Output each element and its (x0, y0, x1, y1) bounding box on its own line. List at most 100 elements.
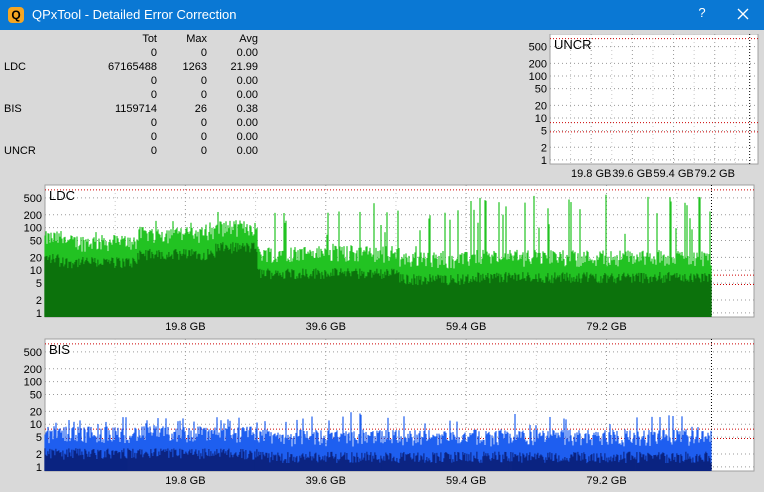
row-max: 0 (200, 117, 207, 129)
row-avg: 0.00 (236, 75, 258, 87)
y-tick-label: 200 (529, 58, 547, 70)
row-label: LDC (4, 61, 27, 73)
row-label (2, 74, 54, 88)
x-tick-label: 19.8 GB (165, 321, 205, 333)
y-tick-label: 500 (24, 193, 42, 205)
row-max: 26 (194, 103, 207, 115)
row-tot: 0 (150, 47, 157, 59)
bis-chart: 500 200 100 50 20 10 5 2 1 19.8 GB 39.6 GB 59.4 GB 7… (0, 338, 760, 490)
row-label (2, 88, 54, 102)
header-max: Max (186, 33, 207, 45)
y-tick-label: 1 (36, 308, 42, 320)
x-tick-label: 39.6 GB (306, 321, 346, 333)
row-label: UNCR (4, 145, 36, 157)
stats-row: LDC 67165488 1263 21.99 (2, 60, 258, 74)
row-tot: 0 (150, 117, 157, 129)
row-avg: 0.00 (236, 117, 258, 129)
x-tick-label: 79.2 GB (586, 321, 626, 333)
y-tick-label: 5 (36, 432, 42, 444)
header-avg: Avg (239, 33, 258, 45)
y-tick-label: 50 (30, 389, 42, 401)
row-avg: 0.00 (236, 145, 258, 157)
window-title: QPxTool - Detailed Error Correction (32, 7, 237, 22)
row-max: 1263 (182, 61, 207, 73)
row-max: 0 (200, 75, 207, 87)
row-tot: 0 (150, 145, 157, 157)
row-avg: 0.38 (236, 103, 258, 115)
stats-table: Tot Max Avg 0 0 0.00 LDC 67165488 1263 2… (2, 32, 258, 158)
x-tick-label: 19.8 GB (571, 168, 611, 180)
row-avg: 0.00 (236, 47, 258, 59)
row-label: BIS (4, 103, 22, 115)
ldc-svg: 500 20010050 20105 21 19.8 GB 39.6 GB 59.4 GB 7… (24, 184, 755, 333)
row-max: 0 (200, 145, 207, 157)
x-tick-label: 19.8 GB (165, 475, 205, 487)
y-tick-label: 1 (541, 155, 547, 167)
stats-row: 0 0 0.00 (2, 74, 258, 88)
x-tick-label: 59.4 GB (446, 475, 486, 487)
row-tot: 0 (150, 89, 157, 101)
y-tick-label: 2 (36, 295, 42, 307)
row-max: 0 (200, 131, 207, 143)
plot-area (549, 34, 759, 165)
row-max: 0 (200, 89, 207, 101)
y-tick-label: 5 (541, 126, 547, 138)
row-avg: 0.00 (236, 89, 258, 101)
chart-title: LDC (49, 188, 75, 203)
y-tick-label: 100 (24, 223, 42, 235)
x-tick-label: 79.2 GB (695, 168, 735, 180)
row-avg: 0.00 (236, 131, 258, 143)
header-label (2, 32, 54, 46)
stats-row: 0 0 0.00 (2, 130, 258, 144)
stats-row: 0 0 0.00 (2, 88, 258, 102)
y-tick-label: 10 (30, 265, 42, 277)
y-tick-label: 200 (24, 210, 42, 222)
row-tot: 1159714 (114, 103, 157, 115)
qpxtool-app-icon: Q (8, 7, 24, 23)
y-tick-label: 20 (30, 406, 42, 418)
y-tick-label: 500 (529, 42, 547, 54)
y-tick-label: 50 (30, 235, 42, 247)
stats-row: BIS 1159714 26 0.38 (2, 102, 258, 116)
uncr-svg: 500 20010050 20105 21 19.8 GB 39.6 GB 59.4 GB 7… (529, 34, 759, 180)
header-tot: Tot (142, 33, 157, 45)
y-tick-label: 2 (541, 142, 547, 154)
row-tot: 67165488 (108, 61, 157, 73)
y-tick-label: 20 (30, 252, 42, 264)
x-tick-label: 59.4 GB (446, 321, 486, 333)
help-button[interactable]: ? (690, 5, 714, 25)
row-label (2, 130, 54, 144)
y-tick-label: 20 (535, 100, 547, 112)
y-tick-label: 5 (36, 278, 42, 290)
chart-title: UNCR (554, 37, 592, 52)
stats-header-row: Tot Max Avg (2, 32, 258, 46)
y-tick-label: 100 (529, 71, 547, 83)
ldc-chart: 500 200 100 50 20 10 5 2 1 19.8 GB 39.6 GB 59.4 GB 7… (0, 184, 760, 336)
x-tick-label: 79.2 GB (586, 475, 626, 487)
row-max: 0 (200, 47, 207, 59)
y-tick-label: 100 (24, 377, 42, 389)
y-tick-label: 500 (24, 347, 42, 359)
row-tot: 0 (150, 75, 157, 87)
close-icon (737, 8, 749, 20)
y-tick-label: 1 (36, 462, 42, 474)
y-tick-label: 50 (535, 84, 547, 96)
stats-row: UNCR 0 0 0.00 (2, 144, 258, 158)
y-tick-label: 200 (24, 364, 42, 376)
x-tick-label: 39.6 GB (612, 168, 652, 180)
stats-row: 0 0 0.00 (2, 46, 258, 60)
title-bar: Q QPxTool - Detailed Error Correction ? (0, 0, 764, 30)
close-button[interactable] (728, 4, 758, 26)
row-tot: 0 (150, 131, 157, 143)
bis-svg: 500 20010050 20105 21 19.8 GB 39.6 GB 59.4 GB 7… (24, 338, 755, 487)
x-tick-label: 59.4 GB (653, 168, 693, 180)
stats-row: 0 0 0.00 (2, 116, 258, 130)
y-tick-label: 2 (36, 449, 42, 461)
row-avg: 21.99 (230, 61, 258, 73)
chart-title: BIS (49, 342, 70, 357)
y-tick-label: 10 (30, 419, 42, 431)
row-label (2, 116, 54, 130)
y-tick-label: 10 (535, 113, 547, 125)
row-label (2, 46, 54, 60)
uncr-chart: 500 200 100 50 20 10 5 2 1 19.8 GB 39.6 GB 59.4 GB 7… (522, 34, 762, 184)
